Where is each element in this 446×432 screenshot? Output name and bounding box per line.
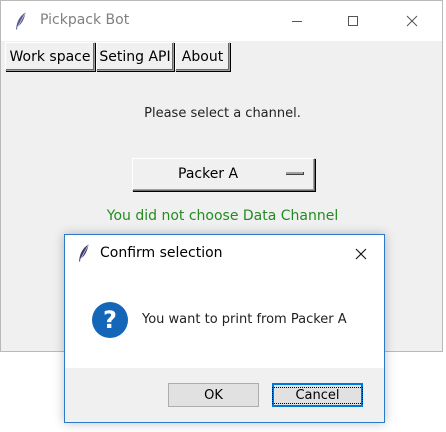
channel-prompt: Please select a channel. xyxy=(144,106,301,121)
minimize-button[interactable] xyxy=(274,1,320,41)
ok-button[interactable]: OK xyxy=(168,383,259,407)
tab-seting-api[interactable]: Seting API xyxy=(96,42,174,71)
tab-bar: Work space Seting API About xyxy=(1,41,442,73)
dialog-title: Confirm selection xyxy=(100,245,223,261)
ok-button-label: OK xyxy=(204,387,223,403)
close-button[interactable] xyxy=(389,1,435,41)
tab-work-space[interactable]: Work space xyxy=(5,42,95,71)
feather-icon xyxy=(79,244,89,262)
maximize-button[interactable] xyxy=(330,1,376,41)
close-icon xyxy=(406,15,418,27)
minimize-icon xyxy=(292,21,302,22)
cancel-button-label: Cancel xyxy=(272,386,363,404)
close-icon xyxy=(355,248,367,259)
maximize-icon xyxy=(348,16,358,26)
cancel-button[interactable]: Cancel xyxy=(272,383,363,407)
feather-icon xyxy=(16,12,26,30)
status-message: You did not choose Data Channel xyxy=(106,208,339,224)
dialog-footer: OK Cancel xyxy=(65,368,384,422)
dropdown-indicator-icon xyxy=(286,172,304,175)
dialog-body: ? You want to print from Packer A xyxy=(65,272,384,368)
channel-select[interactable]: Packer A xyxy=(132,158,315,191)
dialog-titlebar: Confirm selection xyxy=(65,235,384,272)
confirm-dialog: Confirm selection ? You want to print fr… xyxy=(64,234,385,423)
dialog-close-button[interactable] xyxy=(338,235,384,272)
tab-about[interactable]: About xyxy=(175,42,230,71)
window-title: Pickpack Bot xyxy=(40,12,130,28)
screen: Pickpack Bot Work space Seting API About… xyxy=(0,0,446,432)
main-titlebar: Pickpack Bot xyxy=(1,1,442,41)
question-icon: ? xyxy=(92,302,128,338)
channel-select-value: Packer A xyxy=(178,166,239,182)
dialog-message: You want to print from Packer A xyxy=(142,312,347,327)
